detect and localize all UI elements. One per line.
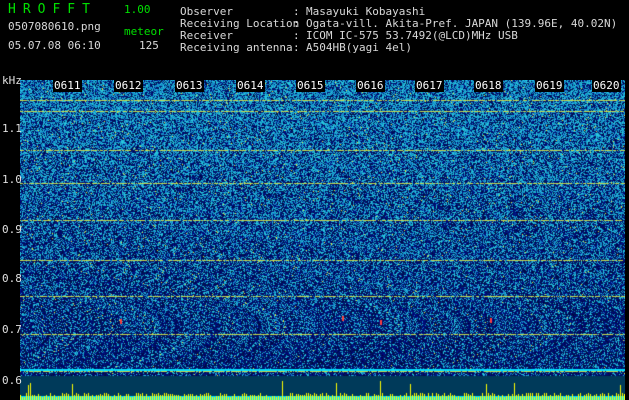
x-tick-0618: 0618 xyxy=(474,79,503,92)
antenna-colon: : xyxy=(293,41,300,54)
y-tick-0-6: 0.6 xyxy=(2,374,22,387)
app-title: HROFFT xyxy=(8,2,97,17)
spectrogram-canvas xyxy=(20,80,625,400)
antenna-value: A504HB(yagi 4el) xyxy=(306,41,412,54)
x-tick-0611: 0611 xyxy=(53,79,82,92)
x-tick-0620: 0620 xyxy=(592,79,621,92)
header-panel: HROFFT 1.00 0507080610.png meteor 05.07.… xyxy=(0,0,629,76)
meteor-label: meteor xyxy=(124,25,164,38)
y-axis-unit: kHz xyxy=(2,74,22,87)
y-tick-1-1: 1.1 xyxy=(2,122,22,135)
app-version: 1.00 xyxy=(124,3,151,16)
antenna-key: Receiving antenna xyxy=(180,41,293,54)
file-datetime: 05.07.08 06:10 xyxy=(8,39,101,52)
y-tick-0-7: 0.7 xyxy=(2,323,22,336)
x-tick-0614: 0614 xyxy=(236,79,265,92)
x-tick-0619: 0619 xyxy=(535,79,564,92)
file-name: 0507080610.png xyxy=(8,20,101,33)
x-tick-0617: 0617 xyxy=(415,79,444,92)
y-tick-0-9: 0.9 xyxy=(2,223,22,236)
x-tick-0615: 0615 xyxy=(296,79,325,92)
y-tick-1-0: 1.0 xyxy=(2,173,22,186)
y-tick-0-8: 0.8 xyxy=(2,272,22,285)
x-tick-0612: 0612 xyxy=(114,79,143,92)
x-tick-0616: 0616 xyxy=(356,79,385,92)
x-tick-0613: 0613 xyxy=(175,79,204,92)
meteor-count: 125 xyxy=(139,39,159,52)
